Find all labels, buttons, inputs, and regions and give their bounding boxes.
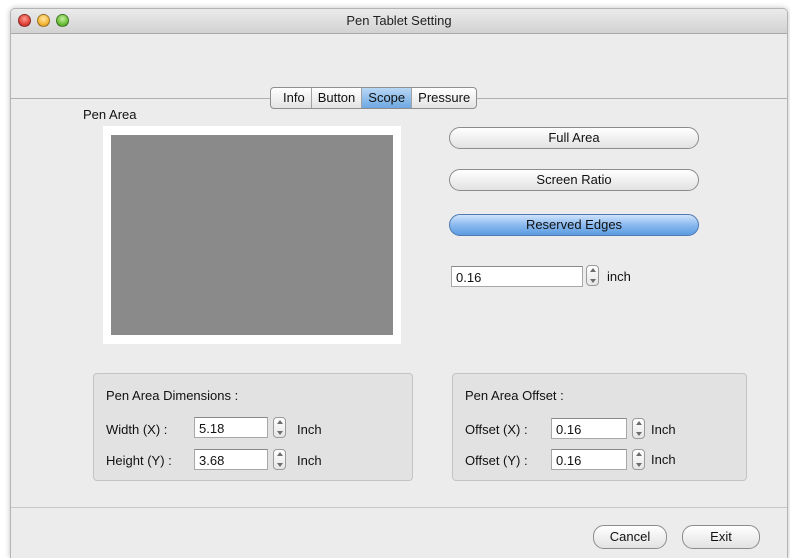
window-title: Pen Tablet Setting bbox=[346, 13, 452, 28]
pen-area-offset-group: Pen Area Offset : Offset (X) : 0.16 Inch… bbox=[452, 373, 747, 481]
footer-divider bbox=[11, 507, 787, 508]
tab-pressure[interactable]: Pressure bbox=[411, 88, 476, 108]
offset-x-unit-label: Inch bbox=[651, 422, 676, 437]
edge-unit-label: inch bbox=[607, 269, 631, 284]
tab-bar: Info Button Scope Pressure bbox=[270, 87, 478, 109]
offset-y-stepper[interactable] bbox=[632, 449, 645, 470]
width-unit-label: Inch bbox=[297, 422, 322, 437]
tab-scope[interactable]: Scope bbox=[361, 88, 412, 108]
tab-info[interactable]: Info bbox=[271, 88, 311, 108]
height-input[interactable]: 3.68 bbox=[194, 449, 268, 470]
offset-y-label: Offset (Y) : bbox=[465, 453, 528, 468]
dimensions-title: Pen Area Dimensions : bbox=[106, 388, 239, 403]
edge-stepper[interactable] bbox=[586, 265, 599, 286]
pen-area-preview[interactable] bbox=[111, 135, 393, 335]
exit-button[interactable]: Exit bbox=[682, 525, 760, 549]
settings-window: Pen Tablet Setting Info Button Scope Pre… bbox=[10, 8, 788, 558]
tab-button[interactable]: Button bbox=[310, 88, 362, 108]
offset-x-input[interactable]: 0.16 bbox=[551, 418, 627, 439]
offset-y-unit-label: Inch bbox=[651, 452, 676, 467]
height-unit-label: Inch bbox=[297, 453, 322, 468]
width-input[interactable]: 5.18 bbox=[194, 417, 268, 438]
offset-x-stepper[interactable] bbox=[632, 418, 645, 439]
title-bar: Pen Tablet Setting bbox=[11, 9, 787, 34]
cancel-button[interactable]: Cancel bbox=[593, 525, 667, 549]
width-label: Width (X) : bbox=[106, 422, 168, 437]
full-area-button[interactable]: Full Area bbox=[449, 127, 699, 149]
edge-input[interactable]: 0.16 bbox=[451, 266, 583, 287]
offset-x-label: Offset (X) : bbox=[465, 422, 528, 437]
pen-area-label: Pen Area bbox=[83, 107, 137, 122]
reserved-edges-button[interactable]: Reserved Edges bbox=[449, 214, 699, 236]
pen-area-dimensions-group: Pen Area Dimensions : Width (X) : 5.18 I… bbox=[93, 373, 413, 481]
width-stepper[interactable] bbox=[273, 417, 286, 438]
height-stepper[interactable] bbox=[273, 449, 286, 470]
offset-title: Pen Area Offset : bbox=[465, 388, 564, 403]
height-label: Height (Y) : bbox=[106, 453, 172, 468]
screen-ratio-button[interactable]: Screen Ratio bbox=[449, 169, 699, 191]
offset-y-input[interactable]: 0.16 bbox=[551, 449, 627, 470]
